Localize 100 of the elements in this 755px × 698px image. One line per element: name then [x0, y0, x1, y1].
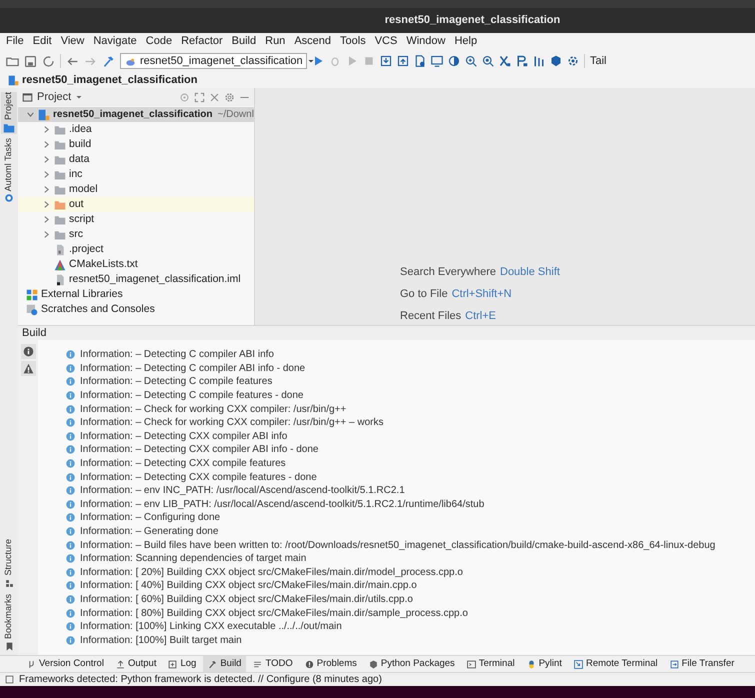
- tree-item[interactable]: build: [18, 137, 254, 152]
- tree-item[interactable]: out: [18, 197, 254, 212]
- warning-filter-button[interactable]: [20, 361, 36, 376]
- half-circle-icon[interactable]: [448, 55, 460, 67]
- file-icon: [54, 244, 66, 256]
- log-message: Information: – Detecting CXX compile features: [80, 457, 286, 472]
- tree-item[interactable]: script: [18, 212, 254, 227]
- cross-letter-icon[interactable]: [499, 55, 511, 67]
- menu-item[interactable]: Help: [454, 33, 478, 50]
- folder-icon: [54, 198, 66, 210]
- expand-all-icon[interactable]: [194, 92, 205, 102]
- tool-window-tab[interactable]: Version Control: [22, 656, 109, 672]
- tree-item[interactable]: inc: [18, 167, 254, 182]
- tool-window-tab[interactable]: Output: [110, 656, 162, 672]
- download-box-icon[interactable]: [380, 55, 392, 67]
- menu-item[interactable]: Refactor: [181, 33, 223, 50]
- tree-item[interactable]: External Libraries: [18, 287, 254, 302]
- info-icon: [66, 364, 75, 373]
- tree-item[interactable]: Scratches and Consoles: [18, 302, 254, 317]
- log-message: Information: [ 40%] Building CXX object src/CMakeFiles/main.dir/main.cpp.o: [80, 579, 417, 594]
- status-message: Frameworks detected: Python framework is detected. // Configure (8 minutes ago): [19, 673, 382, 687]
- tree-item[interactable]: model: [18, 182, 254, 197]
- tree-item[interactable]: CMakeLists.txt: [18, 257, 254, 272]
- settings-icon[interactable]: [224, 92, 235, 102]
- run-icon[interactable]: [312, 55, 324, 67]
- tree-item[interactable]: .idea: [18, 122, 254, 137]
- menu-item[interactable]: Ascend: [294, 33, 332, 50]
- menu-item[interactable]: Build: [232, 33, 256, 50]
- info-icon: [66, 636, 75, 645]
- log-message: Information: – Detecting C compiler ABI info: [80, 348, 274, 362]
- log-message: Information: [ 80%] Building CXX object src/CMakeFiles/main.dir/sample_process.cpp.o: [80, 606, 468, 621]
- tail-button[interactable]: Tail: [590, 52, 607, 70]
- tool-window-tab[interactable]: Project: [1, 92, 17, 134]
- log-message: Information: – Configuring done: [80, 511, 220, 526]
- cube-icon[interactable]: [550, 55, 562, 67]
- menu-item[interactable]: File: [6, 33, 24, 50]
- square-icon[interactable]: [5, 675, 14, 684]
- tool-window-tab[interactable]: Problems: [300, 656, 362, 672]
- upload-box-icon[interactable]: [397, 55, 409, 67]
- window-title: resnet50_imagenet_classification: [384, 13, 560, 28]
- magnifier-icon[interactable]: [482, 55, 494, 67]
- info-icon: [66, 377, 75, 386]
- info-icon: [66, 581, 75, 590]
- info-icon: [66, 486, 75, 496]
- menu-item[interactable]: Tools: [340, 33, 366, 50]
- tree-item[interactable]: .project: [18, 242, 254, 257]
- breadcrumb-item[interactable]: resnet50_imagenet_classification: [22, 72, 198, 88]
- menu-item[interactable]: Edit: [32, 33, 52, 50]
- tool-window-tab[interactable]: Build: [203, 656, 246, 672]
- folder-icon: [54, 228, 66, 240]
- tool-window-tab[interactable]: Structure: [1, 539, 17, 588]
- document-icon[interactable]: [414, 55, 426, 67]
- info-icon: [66, 459, 75, 468]
- tool-window-tab[interactable]: Terminal: [462, 656, 520, 672]
- warning-icon: [22, 363, 34, 374]
- menu-item[interactable]: Navigate: [93, 33, 137, 50]
- menu-item[interactable]: VCS: [374, 33, 398, 50]
- hint-text: Recent Files: [400, 310, 462, 323]
- hammer-icon: [208, 660, 218, 668]
- caret-icon[interactable]: [75, 93, 84, 101]
- tree-item[interactable]: resnet50_imagenet_classification.iml: [18, 272, 254, 287]
- info-icon: [22, 346, 34, 357]
- menu-item[interactable]: View: [60, 33, 84, 50]
- info-icon: [66, 445, 75, 454]
- tool-window-tab[interactable]: Remote Terminal: [568, 656, 663, 672]
- tool-window-tab[interactable]: File Transfer: [664, 656, 740, 672]
- monitor-icon[interactable]: [431, 55, 443, 67]
- bars-icon[interactable]: [533, 55, 545, 67]
- tool-window-tab[interactable]: Bookmarks: [1, 594, 17, 651]
- info-icon: [66, 568, 75, 577]
- collapse-icon[interactable]: [209, 92, 220, 102]
- triangle-icon: [54, 258, 66, 270]
- tree-item[interactable]: src: [18, 227, 254, 242]
- tree-item[interactable]: resnet50_imagenet_classification ~/Downl: [18, 107, 254, 122]
- save-icon[interactable]: [24, 54, 37, 68]
- menu-item[interactable]: Code: [146, 33, 172, 50]
- folder-icon: [54, 138, 66, 150]
- flag-letter-icon[interactable]: [516, 55, 528, 67]
- info-icon: [66, 527, 75, 536]
- hammer-icon[interactable]: [102, 54, 115, 68]
- caret-icon: [306, 57, 315, 65]
- tool-window-tab[interactable]: Pylint: [522, 656, 567, 672]
- tool-window-tab[interactable]: Log: [163, 656, 202, 672]
- log-message: Information: – Detecting CXX compile features - done: [80, 470, 317, 485]
- menu-item[interactable]: Run: [265, 33, 286, 50]
- info-filter-button[interactable]: [20, 344, 36, 359]
- tool-window-tab[interactable]: Automl Tasks: [1, 138, 17, 204]
- log-message: Information: – env INC_PATH: /usr/local/Ascend/ascend-toolkit/5.1.RC2.1: [80, 484, 405, 498]
- tool-window-tab[interactable]: Python Packages: [364, 656, 460, 672]
- folder-icon[interactable]: [6, 54, 19, 68]
- log-message: Information: Scanning dependencies of target main: [80, 552, 306, 566]
- hint-text: Search Everywhere: [400, 266, 496, 279]
- tree-item[interactable]: data: [18, 152, 254, 167]
- project-folder-icon: [8, 74, 19, 86]
- menu-item[interactable]: Window: [406, 33, 446, 50]
- expanded-chevron-icon[interactable]: [26, 110, 35, 119]
- magnifier-plus-icon[interactable]: [465, 55, 477, 67]
- tool-window-tab[interactable]: TODO: [248, 656, 298, 672]
- gear-box-icon[interactable]: [567, 55, 579, 67]
- refresh-icon[interactable]: [42, 54, 55, 68]
